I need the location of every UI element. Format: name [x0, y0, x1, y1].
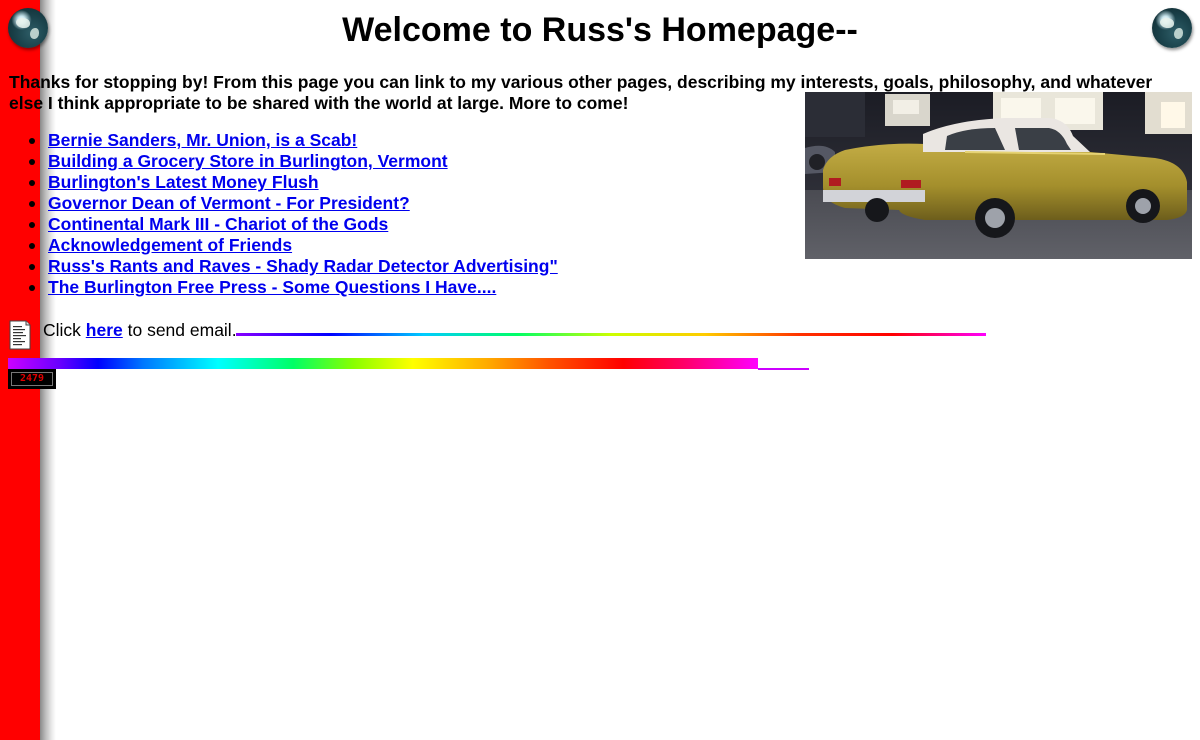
list-item: Continental Mark III - Chariot of the Go…	[29, 214, 558, 235]
link-rants-and-raves[interactable]: Russ's Rants and Raves - Shady Radar Det…	[48, 256, 558, 276]
email-prefix: Click	[43, 320, 86, 340]
list-item: Building a Grocery Store in Burlington, …	[29, 151, 558, 172]
mail-document-icon[interactable]	[9, 320, 31, 350]
link-grocery-store[interactable]: Building a Grocery Store in Burlington, …	[48, 151, 448, 171]
rainbow-divider-tail	[758, 368, 809, 370]
link-governor-dean[interactable]: Governor Dean of Vermont - For President…	[48, 193, 410, 213]
email-text: Click here to send email.	[43, 320, 237, 341]
email-suffix: to send email.	[122, 320, 237, 340]
hit-counter: 2479	[8, 369, 56, 389]
list-item: Acknowledgement of Friends	[29, 235, 558, 256]
hit-counter-value: 2479	[11, 372, 53, 386]
list-item: Burlington's Latest Money Flush	[29, 172, 558, 193]
email-link[interactable]: here	[86, 320, 123, 340]
thick-rainbow-divider	[8, 358, 758, 369]
page-title: Welcome to Russ's Homepage--	[342, 11, 858, 49]
link-acknowledgement[interactable]: Acknowledgement of Friends	[48, 235, 292, 255]
list-item: Bernie Sanders, Mr. Union, is a Scab!	[29, 130, 558, 151]
link-continental-mark-iii[interactable]: Continental Mark III - Chariot of the Go…	[48, 214, 388, 234]
list-item: Governor Dean of Vermont - For President…	[29, 193, 558, 214]
link-money-flush[interactable]: Burlington's Latest Money Flush	[48, 172, 319, 192]
link-list: Bernie Sanders, Mr. Union, is a Scab! Bu…	[29, 130, 558, 298]
link-bernie-sanders[interactable]: Bernie Sanders, Mr. Union, is a Scab!	[48, 130, 357, 150]
list-item: The Burlington Free Press - Some Questio…	[29, 277, 558, 298]
thin-rainbow-divider	[236, 333, 986, 336]
car-photo	[805, 92, 1192, 259]
list-item: Russ's Rants and Raves - Shady Radar Det…	[29, 256, 558, 277]
continental-car-image	[805, 92, 1192, 259]
link-free-press[interactable]: The Burlington Free Press - Some Questio…	[48, 277, 496, 297]
